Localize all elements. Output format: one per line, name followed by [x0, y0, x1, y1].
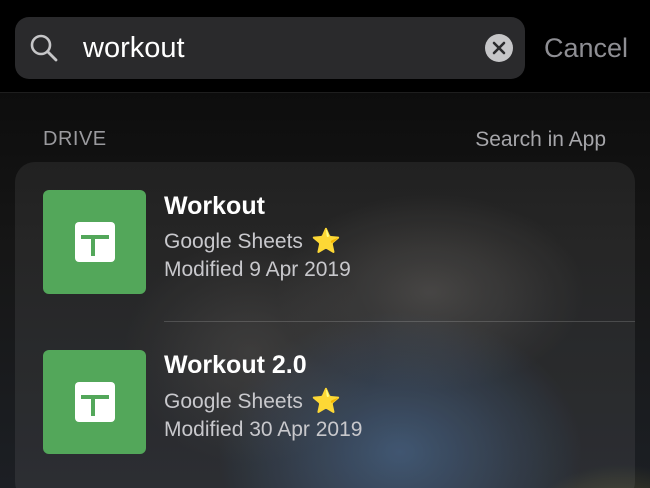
search-icon: [30, 34, 58, 62]
result-item[interactable]: Workout 2.0 Google Sheets ⭐ Modified 30 …: [15, 322, 635, 482]
result-subtitle: Google Sheets ⭐: [164, 389, 341, 415]
clear-search-icon[interactable]: [485, 34, 513, 62]
search-in-app-link[interactable]: Search in App: [475, 128, 606, 152]
sheet-glyph-icon: [74, 222, 115, 262]
result-title: Workout 2.0: [164, 351, 307, 379]
results-card: Workout Google Sheets ⭐ Modified 9 Apr 2…: [15, 162, 635, 488]
header-divider: [0, 92, 650, 93]
result-subtitle: Google Sheets ⭐: [164, 229, 341, 255]
result-modified-date: Modified 9 Apr 2019: [164, 258, 351, 281]
star-icon: ⭐: [310, 228, 341, 255]
close-icon: [492, 41, 506, 55]
cancel-button[interactable]: Cancel: [544, 32, 628, 64]
result-modified-date: Modified 30 Apr 2019: [164, 418, 363, 441]
star-icon: ⭐: [310, 388, 341, 415]
search-input[interactable]: workout: [83, 31, 185, 65]
result-app-name: Google Sheets: [164, 230, 303, 253]
search-field[interactable]: workout: [15, 17, 525, 79]
section-title: DRIVE: [43, 128, 107, 150]
google-sheets-icon: [43, 190, 146, 294]
sheet-glyph-icon: [74, 382, 115, 422]
result-item[interactable]: Workout Google Sheets ⭐ Modified 9 Apr 2…: [15, 162, 635, 322]
google-sheets-icon: [43, 350, 146, 454]
result-app-name: Google Sheets: [164, 390, 303, 413]
result-title: Workout: [164, 192, 265, 220]
